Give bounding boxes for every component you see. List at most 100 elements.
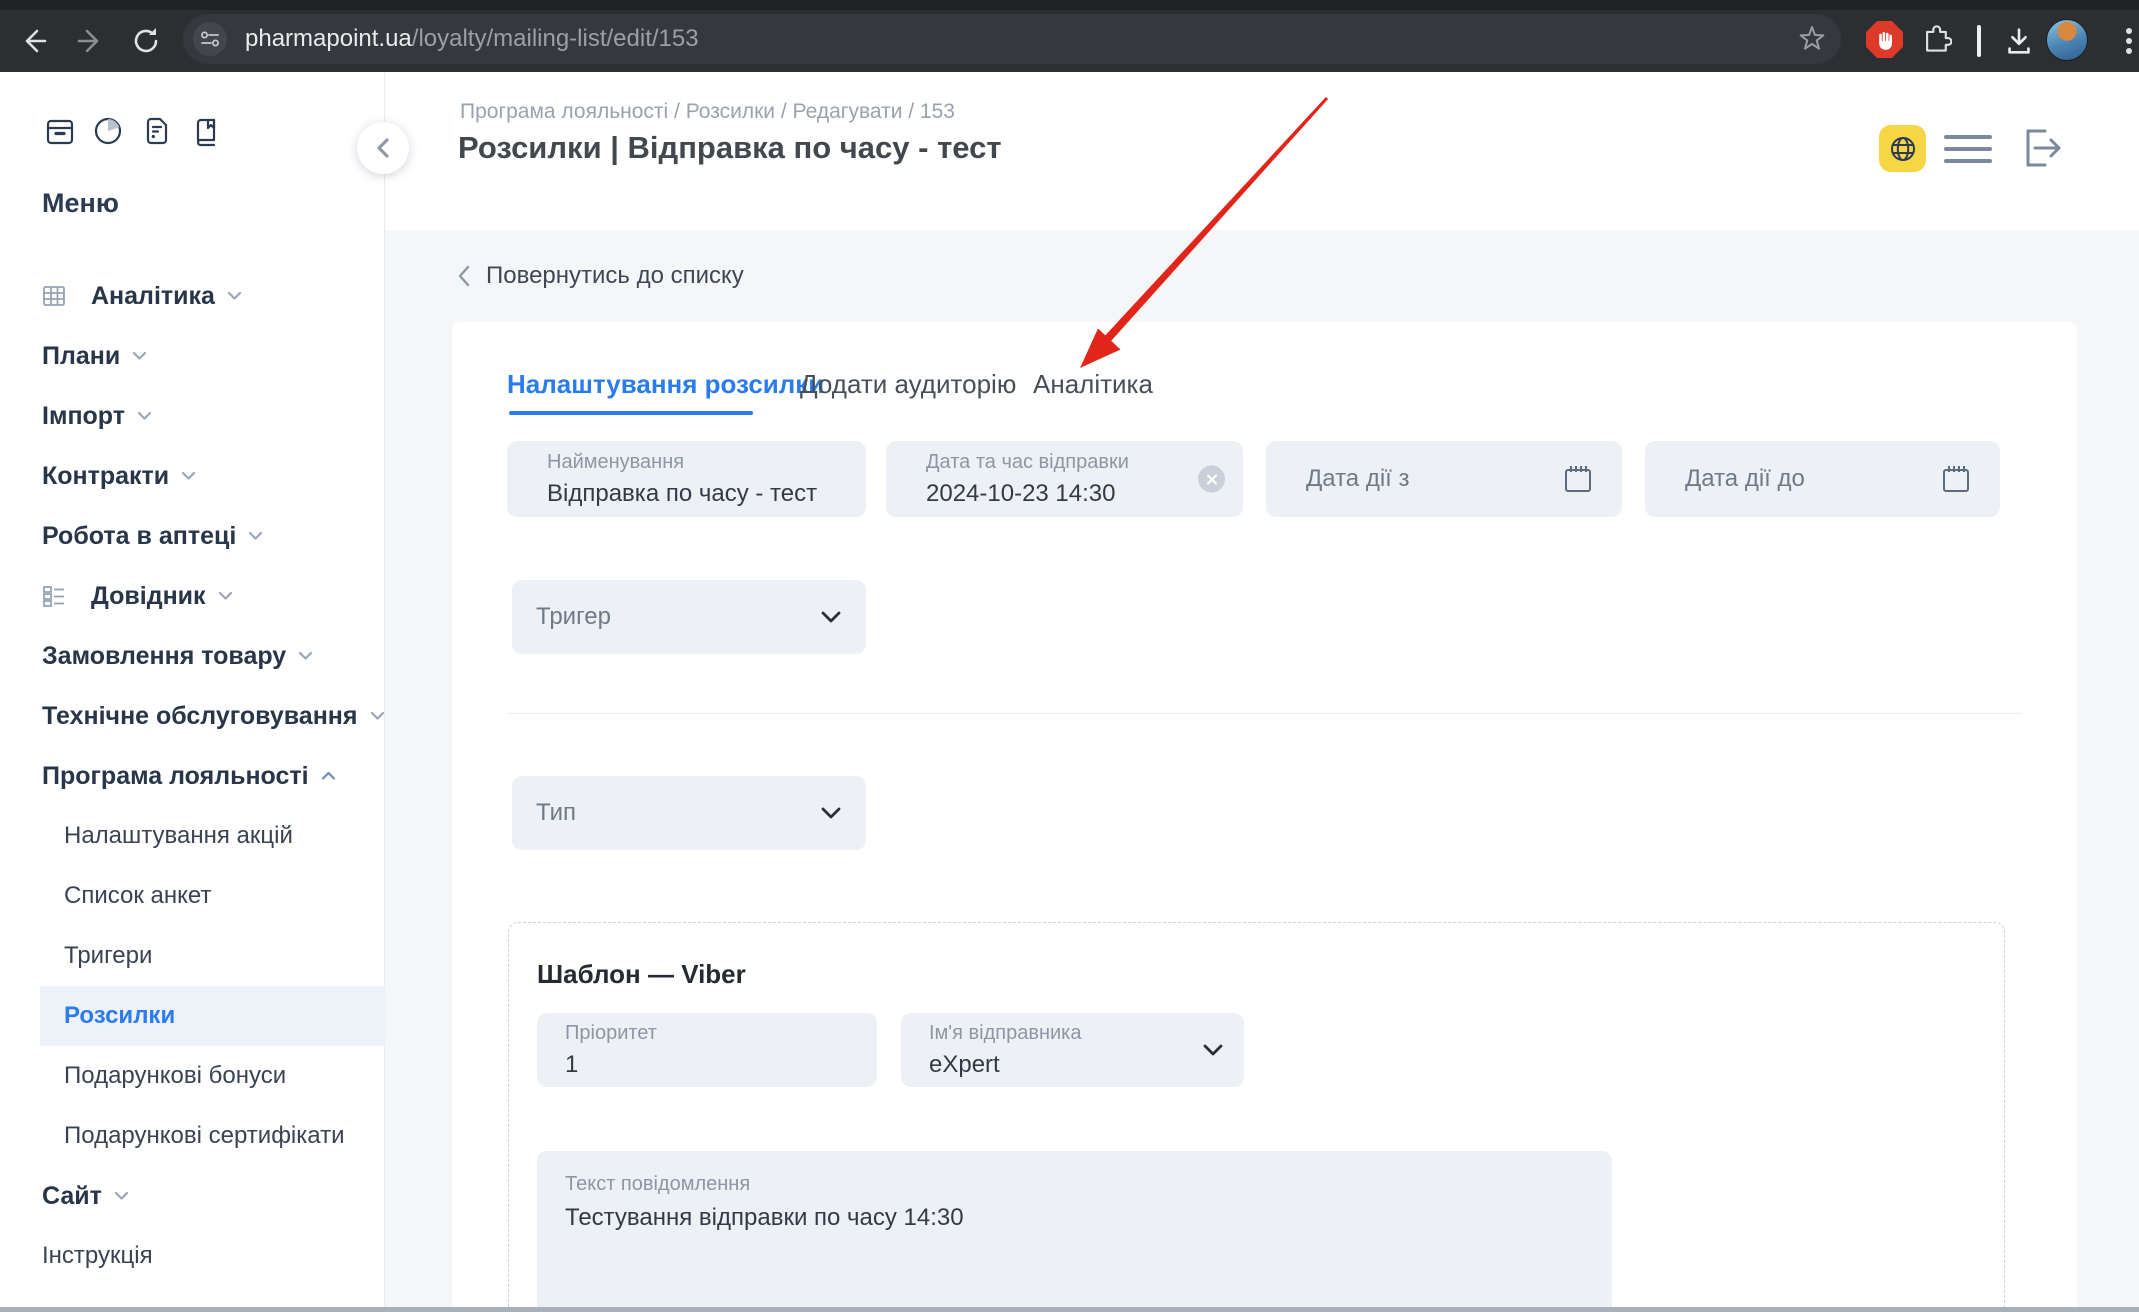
hand-icon: [1874, 29, 1896, 51]
chevron-down-icon: [114, 1191, 129, 1201]
sidebar-item-gift-certificates[interactable]: Подарункові сертифікати: [0, 1106, 385, 1166]
menu-title: Меню: [42, 188, 119, 219]
site-info-icon[interactable]: [193, 22, 227, 56]
chevron-left-icon: [456, 264, 472, 288]
globe-icon: [1887, 133, 1919, 165]
tab-analytics[interactable]: Аналітика: [1033, 369, 1153, 400]
language-button[interactable]: [1879, 125, 1926, 172]
hamburger-icon: [1944, 135, 1992, 139]
sidebar-item-import[interactable]: Імпорт: [0, 386, 385, 446]
tab-add-audience[interactable]: Додати аудиторію: [800, 369, 1016, 400]
chevron-down-icon: [181, 471, 196, 481]
sidebar-item-loyalty-program[interactable]: Програма лояльності: [0, 746, 385, 806]
url-text: pharmapoint.ua/loyalty/mailing-list/edit…: [245, 14, 699, 64]
chevron-up-icon: [321, 771, 336, 781]
date-to-field[interactable]: Дата дії до: [1645, 441, 2000, 517]
chevron-down-icon: [248, 531, 263, 541]
archive-box-icon[interactable]: [44, 115, 76, 152]
close-icon: [1206, 473, 1218, 485]
page-title: Розсилки | Відправка по часу - тест: [458, 130, 1002, 166]
adblock-extension-icon[interactable]: [1866, 21, 1903, 58]
sidebar-item-gift-bonuses[interactable]: Подарункові бонуси: [0, 1046, 385, 1106]
url-path: /loyalty/mailing-list/edit/153: [412, 25, 699, 53]
message-text-field[interactable]: Текст повідомлення Тестування відправки …: [537, 1151, 1612, 1312]
page-header: Програма лояльності / Розсилки / Редагув…: [385, 72, 2139, 230]
active-tab-underline: [509, 411, 753, 415]
chevron-down-icon: [218, 591, 233, 601]
reload-icon: [129, 24, 163, 58]
browser-menu-button[interactable]: [2110, 22, 2139, 60]
sidebar-item-maintenance[interactable]: Технічне обслуговування: [0, 686, 385, 746]
forward-arrow-icon: [73, 24, 107, 58]
main-content: Повернутись до списку Налаштування розси…: [385, 230, 2139, 1312]
chevron-left-icon: [372, 135, 394, 161]
sidebar-item-pharmacy-work[interactable]: Робота в аптеці: [0, 506, 385, 566]
browser-reload-button[interactable]: [127, 22, 165, 60]
back-to-list-link[interactable]: Повернутись до списку: [456, 262, 744, 290]
browser-top-strip: [0, 0, 2139, 10]
url-domain: pharmapoint.ua: [245, 25, 412, 53]
sidebar-item-plans[interactable]: Плани: [0, 326, 385, 386]
chevron-down-icon: [298, 651, 313, 661]
name-field[interactable]: Найменування Відправка по часу - тест: [507, 441, 866, 517]
chevron-down-icon: [132, 351, 147, 361]
chevron-down-icon: [820, 806, 842, 820]
logout-button[interactable]: [2017, 124, 2065, 177]
document-icon[interactable]: [141, 115, 173, 152]
priority-field[interactable]: Пріоритет 1: [537, 1013, 877, 1087]
sidebar-item-site[interactable]: Сайт: [0, 1166, 385, 1226]
table-grid-icon: [42, 284, 66, 308]
date-from-field[interactable]: Дата дії з: [1266, 441, 1622, 517]
section-divider: [507, 713, 2022, 714]
chevron-down-icon: [137, 411, 152, 421]
sidebar-item-directory[interactable]: Довідник: [0, 566, 385, 626]
app-menu-button[interactable]: [1944, 135, 1992, 163]
kebab-menu-icon: [2125, 24, 2133, 58]
browser-profile-avatar[interactable]: [2046, 19, 2088, 61]
url-bar[interactable]: pharmapoint.ua/loyalty/mailing-list/edit…: [183, 14, 1841, 64]
chevron-down-icon: [820, 610, 842, 624]
browser-back-button[interactable]: [15, 22, 53, 60]
sidebar-item-promo-settings[interactable]: Налаштування акцій: [0, 806, 385, 866]
sidebar-item-triggers[interactable]: Тригери: [0, 926, 385, 986]
book-icon[interactable]: [190, 115, 222, 152]
type-select[interactable]: Тип: [512, 776, 866, 850]
calendar-icon[interactable]: [1562, 463, 1594, 495]
horizontal-scrollbar[interactable]: [0, 1307, 2139, 1312]
toolbar-separator: [1977, 25, 1981, 57]
trigger-select[interactable]: Тригер: [512, 580, 866, 654]
sidebar-item-contracts[interactable]: Контракти: [0, 446, 385, 506]
sidebar-item-mailings[interactable]: Розсилки: [40, 986, 385, 1046]
sidebar-item-analytics[interactable]: Аналітика: [0, 266, 385, 326]
sidebar-item-goods-order[interactable]: Замовлення товару: [0, 626, 385, 686]
calendar-icon[interactable]: [1940, 463, 1972, 495]
screenshot-root: pharmapoint.ua/loyalty/mailing-list/edit…: [0, 0, 2139, 1312]
sidebar-item-questionnaires[interactable]: Список анкет: [0, 866, 385, 926]
sidebar-collapse-button[interactable]: [357, 122, 409, 174]
puzzle-icon: [1920, 23, 1952, 55]
chevron-down-icon: [370, 711, 385, 721]
back-arrow-icon: [17, 24, 51, 58]
download-icon: [2002, 24, 2036, 58]
browser-toolbar: pharmapoint.ua/loyalty/mailing-list/edit…: [0, 0, 2139, 72]
clear-datetime-button[interactable]: [1198, 466, 1225, 493]
browser-forward-button[interactable]: [71, 22, 109, 60]
downloads-button[interactable]: [2000, 22, 2038, 60]
template-section-title: Шаблон — Viber: [537, 959, 746, 990]
mailing-edit-card: Налаштування розсилки Додати аудиторію А…: [452, 322, 2077, 1312]
chevron-down-icon: [227, 291, 242, 301]
sender-name-select[interactable]: Ім'я відправника eXpert: [901, 1013, 1244, 1087]
viber-template-section: Шаблон — Viber Пріоритет 1 Ім'я відправн…: [508, 922, 2005, 1312]
logout-icon: [2017, 124, 2065, 172]
tab-mailing-settings[interactable]: Налаштування розсилки: [507, 369, 824, 400]
extensions-button[interactable]: [1917, 20, 1955, 58]
star-icon: [1799, 26, 1825, 52]
bookmark-star-button[interactable]: [1799, 26, 1825, 52]
breadcrumb[interactable]: Програма лояльності / Розсилки / Редагув…: [460, 100, 955, 124]
sidebar-item-instruction[interactable]: Інструкція: [0, 1226, 385, 1286]
sidebar: Меню Аналітика Плани Імпорт Контракти Ро…: [0, 72, 385, 1312]
pie-chart-icon[interactable]: [92, 115, 124, 152]
list-rows-icon: [42, 584, 66, 608]
chevron-down-icon: [1202, 1043, 1224, 1057]
send-datetime-field[interactable]: Дата та час відправки 2024-10-23 14:30: [886, 441, 1243, 517]
